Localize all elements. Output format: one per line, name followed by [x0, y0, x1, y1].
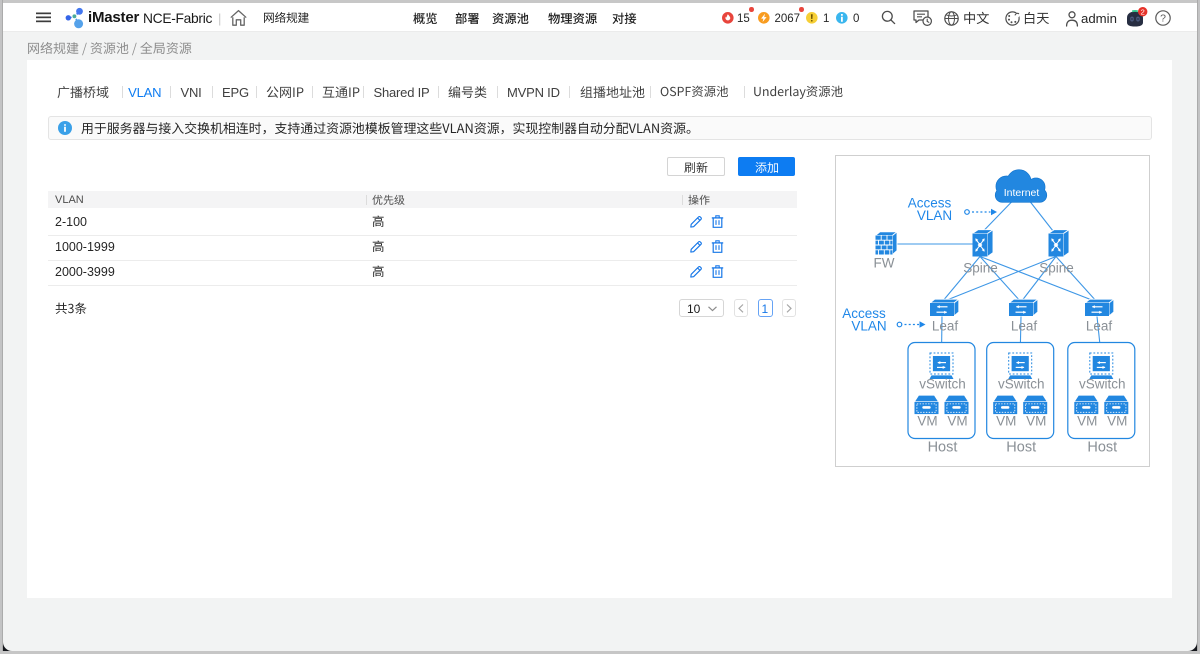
svg-text:vSwitch: vSwitch [998, 377, 1045, 392]
svg-text:2: 2 [1141, 7, 1145, 16]
svg-text:VM: VM [947, 413, 967, 428]
svg-text:Host: Host [1006, 440, 1036, 456]
svg-text:Spine: Spine [1039, 260, 1074, 275]
svg-text:VM: VM [1026, 413, 1046, 428]
svg-text:Host: Host [928, 440, 958, 456]
svg-text:VM: VM [917, 413, 937, 428]
svg-text:Leaf: Leaf [1086, 318, 1113, 333]
svg-text:VLAN: VLAN [917, 208, 952, 223]
svg-text:VM: VM [1107, 413, 1127, 428]
svg-text:vSwitch: vSwitch [919, 377, 966, 392]
svg-text:?: ? [1160, 13, 1166, 25]
svg-text:Leaf: Leaf [1011, 318, 1038, 333]
svg-text:Internet: Internet [1004, 187, 1040, 199]
svg-text:Leaf: Leaf [932, 318, 959, 333]
svg-text:vSwitch: vSwitch [1079, 377, 1126, 392]
svg-text:Host: Host [1087, 440, 1117, 456]
svg-text:VM: VM [1077, 413, 1097, 428]
svg-text:Spine: Spine [963, 260, 998, 275]
svg-text:VLAN: VLAN [851, 319, 886, 334]
svg-text:FW: FW [874, 256, 895, 271]
svg-text:VM: VM [996, 413, 1016, 428]
